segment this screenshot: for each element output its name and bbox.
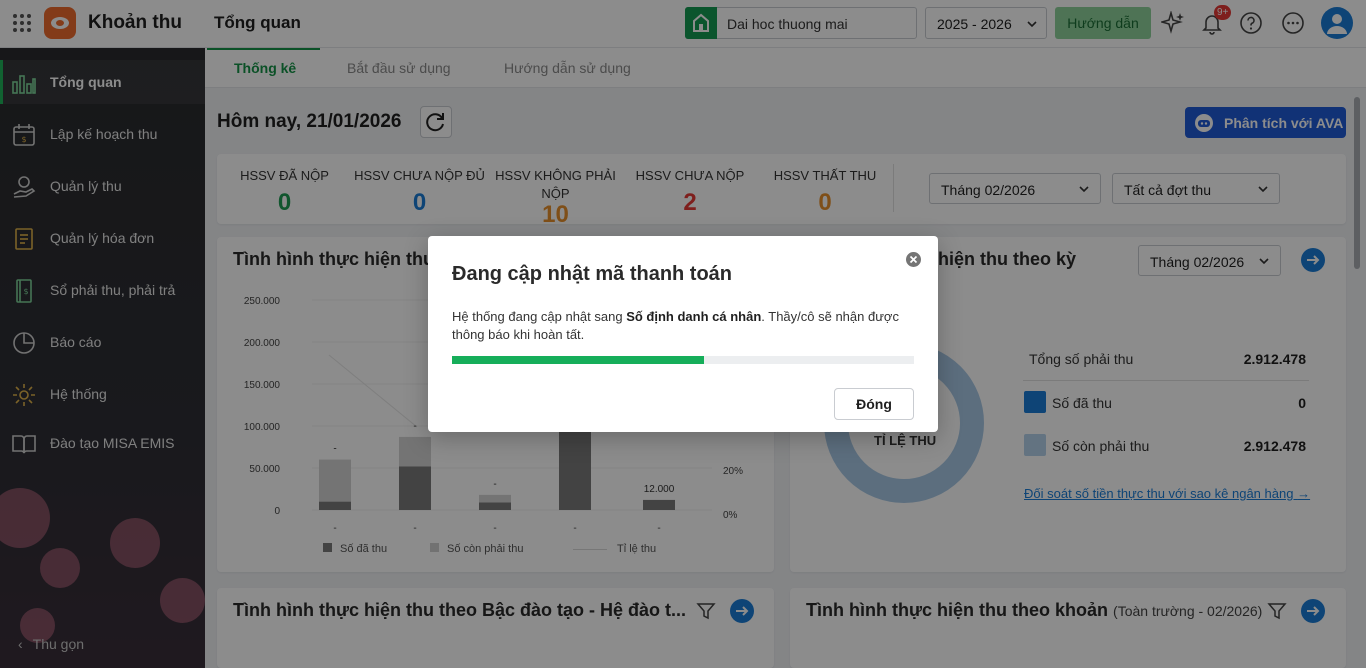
dialog-message: Hệ thống đang cập nhật sang Số định danh…	[452, 308, 902, 344]
progress-fill	[452, 356, 704, 364]
close-dialog-button[interactable]: Đóng	[834, 388, 914, 420]
update-payment-code-dialog: Đang cập nhật mã thanh toán Hệ thống đan…	[428, 236, 938, 432]
dialog-message-prefix: Hệ thống đang cập nhật sang	[452, 309, 627, 324]
dialog-title: Đang cập nhật mã thanh toán	[452, 263, 733, 285]
progress-track	[452, 356, 914, 364]
dialog-message-bold: Số định danh cá nhân	[626, 309, 762, 324]
close-icon[interactable]	[905, 251, 922, 268]
